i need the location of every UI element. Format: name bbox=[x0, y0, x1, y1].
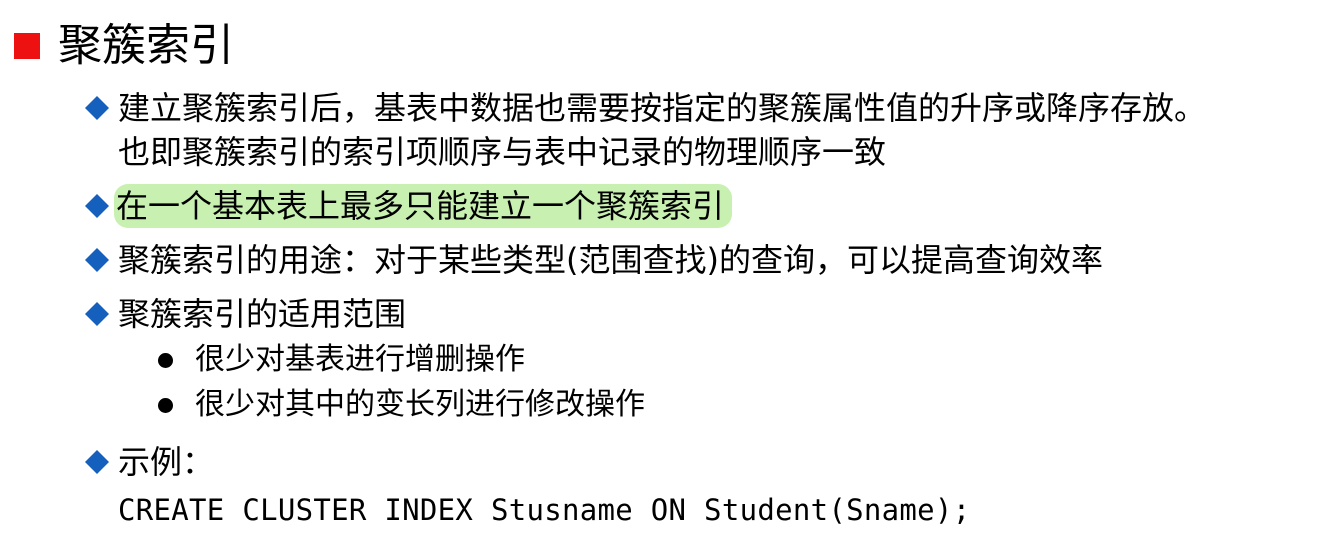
bullet-text-line: 建立聚簇索引后，基表中数据也需要按指定的聚簇属性值的升序或降序存放。 bbox=[118, 89, 1207, 127]
bullet-point-5: 示例： bbox=[84, 440, 214, 484]
bullet-text: 聚簇索引的用途：对于某些类型(范围查找)的查询，可以提高查询效率 bbox=[118, 241, 1103, 279]
sub-bullet-text: 很少对基表进行增删操作 bbox=[195, 342, 525, 377]
blue-diamond-icon bbox=[84, 440, 118, 484]
bullet-text-line: 也即聚簇索引的索引项顺序与表中记录的物理顺序一致 bbox=[118, 133, 887, 171]
slide-title-row: 聚簇索引 bbox=[14, 18, 234, 74]
slide-title: 聚簇索引 bbox=[58, 20, 234, 71]
bullet-point-4: 聚簇索引的适用范围 bbox=[84, 292, 406, 336]
bullet-text: 示例： bbox=[118, 443, 215, 481]
sub-bullet-1: 很少对基表进行增删操作 bbox=[152, 339, 525, 381]
sub-bullet-2: 很少对其中的变长列进行修改操作 bbox=[152, 384, 645, 426]
sub-bullet-text: 很少对其中的变长列进行修改操作 bbox=[195, 387, 645, 422]
bullet-text: 聚簇索引的适用范围 bbox=[118, 295, 407, 333]
black-dot-icon bbox=[158, 352, 173, 368]
blue-diamond-icon bbox=[84, 86, 118, 130]
blue-diamond-icon bbox=[84, 292, 118, 336]
black-dot-icon bbox=[158, 397, 173, 413]
bullet-point-2: 在一个基本表上最多只能建立一个聚簇索引 bbox=[84, 184, 733, 228]
highlighted-bullet-text: 在一个基本表上最多只能建立一个聚簇索引 bbox=[114, 184, 733, 228]
blue-diamond-icon bbox=[84, 238, 118, 282]
red-square-icon bbox=[14, 33, 40, 59]
bullet-point-3: 聚簇索引的用途：对于某些类型(范围查找)的查询，可以提高查询效率 bbox=[84, 238, 1103, 282]
blue-diamond-icon bbox=[84, 184, 118, 228]
sql-code-example: CREATE CLUSTER INDEX Stusname ON Student… bbox=[118, 493, 971, 527]
bullet-point-1: 建立聚簇索引后，基表中数据也需要按指定的聚簇属性值的升序或降序存放。 也即聚簇索… bbox=[84, 86, 1206, 174]
